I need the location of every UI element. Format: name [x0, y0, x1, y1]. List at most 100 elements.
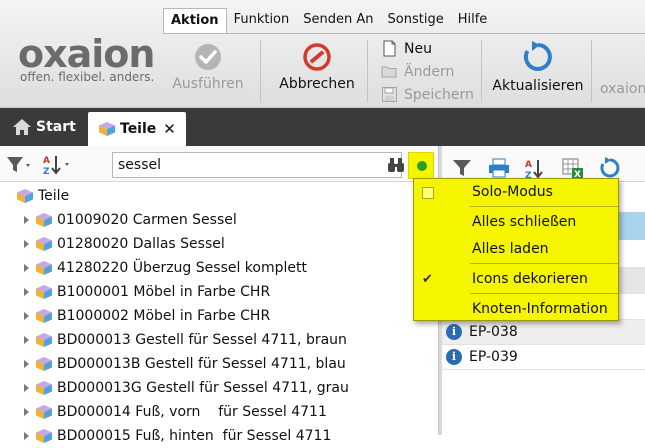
- expand-arrow-icon[interactable]: [24, 264, 29, 272]
- search-input[interactable]: [112, 152, 402, 178]
- tree-item[interactable]: BD000013 Gestell für Sessel 4711, braun: [24, 328, 347, 352]
- menu-item-alles-laden[interactable]: Alles laden: [472, 241, 549, 257]
- parts-cube-icon: [99, 122, 115, 136]
- tab-teile[interactable]: Teile ✕: [88, 112, 186, 146]
- tree-item[interactable]: BD000013B Gestell für Sessel 4711, blau: [24, 352, 346, 376]
- info-icon: i: [446, 324, 462, 340]
- menu-separator: [470, 263, 618, 264]
- expand-arrow-icon[interactable]: [24, 432, 29, 440]
- tree-item-label: 01009020 Carmen Sessel: [57, 212, 237, 228]
- tab-start-label: Start: [36, 119, 76, 135]
- expand-arrow-icon[interactable]: [24, 312, 29, 320]
- tree-item[interactable]: BD000014 Fuß, vorn für Sessel 4711: [24, 400, 327, 424]
- expand-arrow-icon[interactable]: [24, 408, 29, 416]
- expand-arrow-icon[interactable]: [24, 240, 29, 248]
- tree-item-label: BD000015 Fuß, hinten für Sessel 4711: [57, 428, 332, 444]
- tree-item[interactable]: B1000002 Möbel in Farbe CHR: [24, 304, 270, 328]
- binoculars-button[interactable]: [388, 156, 404, 178]
- tab-start[interactable]: Start: [0, 108, 88, 146]
- parts-cube-icon: [36, 213, 52, 227]
- refresh-label: Aktualisieren: [492, 78, 584, 94]
- save-label: Speichern: [404, 86, 474, 103]
- tree-root-label: Teile: [38, 188, 70, 204]
- list-item-label: EP-039: [469, 349, 518, 365]
- parts-cube-icon: [36, 309, 52, 323]
- tree-item[interactable]: BD000013G Gestell für Sessel 4711, grau: [24, 376, 349, 400]
- check-icon: ✔: [422, 272, 433, 287]
- parts-cube-icon: [36, 333, 52, 347]
- menu-tabs: Aktion Funktion Senden An Sonstige Hilfe: [163, 8, 494, 33]
- stop-icon: [303, 43, 331, 71]
- cancel-label: Abbrechen: [279, 76, 355, 92]
- logo-tagline: offen. flexibel. anders.: [20, 70, 155, 84]
- menu-tab-hilfe[interactable]: Hilfe: [451, 8, 495, 33]
- menu-item-alles-schliessen[interactable]: Alles schließen: [472, 214, 576, 230]
- solo-mode-checkbox[interactable]: [422, 187, 434, 199]
- expand-arrow-icon[interactable]: [24, 216, 29, 224]
- save-button[interactable]: Speichern: [381, 83, 474, 106]
- toolbar-separator: [367, 40, 368, 102]
- parts-cube-icon: [36, 237, 52, 251]
- tree-item[interactable]: 01009020 Carmen Sessel: [24, 208, 237, 232]
- parts-cube-icon: [36, 405, 52, 419]
- toolbar-separator: [481, 40, 482, 102]
- filter-button[interactable]: [6, 155, 34, 179]
- options-toggle-button[interactable]: [408, 152, 434, 179]
- cancel-button[interactable]: Abbrechen: [276, 42, 358, 92]
- svg-text:Z: Z: [43, 167, 50, 176]
- folder-icon: [381, 66, 397, 78]
- sort-button[interactable]: A Z: [42, 154, 74, 180]
- excel-export-icon: X: [562, 158, 583, 180]
- menu-tab-underline: [163, 33, 645, 34]
- expand-arrow-icon[interactable]: [24, 384, 29, 392]
- edit-button[interactable]: Ändern: [381, 60, 454, 83]
- menu-tab-senden-an[interactable]: Senden An: [296, 8, 380, 33]
- parts-cube-icon: [36, 429, 52, 443]
- tree-item[interactable]: 41280220 Überzug Sessel komplett: [24, 256, 307, 280]
- parts-cube-icon: [17, 189, 33, 203]
- list-item-label: EP-038: [469, 324, 518, 340]
- parts-cube-icon: [36, 357, 52, 371]
- tree-item[interactable]: 01280020 Dallas Sessel: [24, 232, 225, 256]
- options-dropdown-menu: Solo-Modus Alles schließen Alles laden ✔…: [413, 178, 619, 321]
- tree-item-label: B1000002 Möbel in Farbe CHR: [57, 308, 271, 324]
- tree-item-label: BD000013 Gestell für Sessel 4711, braun: [57, 332, 347, 348]
- expand-arrow-icon[interactable]: [24, 288, 29, 296]
- tree-item[interactable]: B1000001 Möbel in Farbe CHR: [24, 280, 270, 304]
- save-disk-icon: [382, 87, 397, 102]
- filter-icon: [7, 157, 30, 172]
- new-label: Neu: [404, 40, 432, 57]
- toolbar-separator: [591, 40, 592, 102]
- sort-az-icon: AZ: [525, 160, 543, 181]
- info-icon: i: [446, 349, 462, 365]
- menu-tab-sonstige[interactable]: Sonstige: [381, 8, 451, 33]
- tree-item-label: BD000014 Fuß, vorn für Sessel 4711: [57, 404, 327, 420]
- tree-item[interactable]: BD000015 Fuß, hinten für Sessel 4711: [24, 424, 331, 448]
- execute-button[interactable]: Ausführen: [168, 42, 248, 92]
- menu-tab-funktion[interactable]: Funktion: [227, 8, 297, 33]
- tree-item-label: 41280220 Überzug Sessel komplett: [57, 260, 307, 276]
- refresh-icon: [600, 157, 620, 178]
- sort-az-icon: A Z: [43, 156, 69, 177]
- printer-icon: [489, 158, 509, 178]
- toolbar-separator: [260, 40, 261, 102]
- filter-icon: [453, 160, 471, 176]
- tab-teile-label: Teile: [120, 121, 157, 137]
- new-button[interactable]: Neu: [381, 37, 432, 60]
- close-icon[interactable]: ✕: [163, 120, 176, 138]
- parts-cube-icon: [36, 285, 52, 299]
- menu-item-icons-dekorieren[interactable]: Icons dekorieren: [472, 271, 588, 287]
- menu-tab-aktion[interactable]: Aktion: [163, 8, 227, 33]
- edit-label: Ändern: [404, 63, 455, 80]
- refresh-button[interactable]: Aktualisieren: [490, 40, 586, 94]
- expand-arrow-icon[interactable]: [24, 360, 29, 368]
- tree-root[interactable]: Teile: [16, 184, 69, 208]
- toolbar-overflow-label[interactable]: oxaion: [600, 81, 645, 97]
- menu-item-knoten-information[interactable]: Knoten-Information: [472, 301, 608, 317]
- menu-item-solo-modus[interactable]: Solo-Modus: [472, 184, 553, 200]
- list-item[interactable]: i EP-039: [442, 345, 645, 370]
- parts-cube-icon: [36, 381, 52, 395]
- list-item[interactable]: i EP-038: [442, 320, 645, 345]
- expand-arrow-icon[interactable]: [24, 336, 29, 344]
- menu-separator: [470, 293, 618, 294]
